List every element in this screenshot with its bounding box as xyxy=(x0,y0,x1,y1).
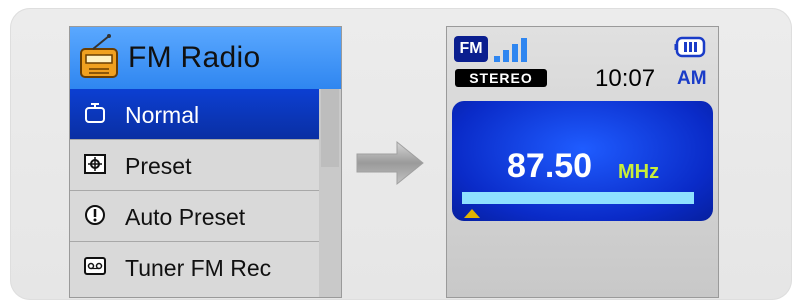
arrow-right-icon xyxy=(356,140,424,186)
menu-item-label: Tuner FM Rec xyxy=(125,255,272,281)
clock-ampm: AM xyxy=(677,68,707,89)
tuner-display: 87.50 MHz xyxy=(452,101,713,221)
radio-icon xyxy=(80,34,118,78)
stereo-indicator: STEREO xyxy=(455,69,547,87)
band-badge: FM xyxy=(454,36,488,62)
menu-item-label: Auto Preset xyxy=(125,204,246,230)
frequency-value: 87.50 xyxy=(507,147,593,185)
tuning-marker-icon[interactable] xyxy=(464,209,480,218)
preset-icon xyxy=(84,154,106,174)
signal-strength-icon xyxy=(494,38,527,62)
menu-item-label: Normal xyxy=(125,102,200,128)
menu-title: FM Radio xyxy=(128,41,261,74)
menu-item-label: Preset xyxy=(125,153,192,179)
tuning-bar[interactable] xyxy=(462,192,694,204)
record-icon xyxy=(84,257,106,275)
battery-icon xyxy=(674,36,706,58)
menu-item-preset[interactable]: Preset xyxy=(70,140,319,191)
scrollbar-thumb[interactable] xyxy=(321,89,339,167)
auto-preset-icon xyxy=(85,205,105,225)
fm-radio-menu: FM Radio Normal Preset Auto Preset Tuner… xyxy=(69,26,342,298)
menu-item-tuner-fm-rec[interactable]: Tuner FM Rec xyxy=(70,242,319,292)
menu-item-auto-preset[interactable]: Auto Preset xyxy=(70,191,319,242)
menu-header: FM Radio xyxy=(70,27,341,89)
timer-icon xyxy=(85,103,105,123)
menu-item-normal[interactable]: Normal xyxy=(70,89,319,140)
fm-radio-screen: FM STEREO 10:07 AM 87.50 MHz xyxy=(446,26,719,298)
frequency-unit: MHz xyxy=(618,161,660,183)
clock-time: 10:07 xyxy=(595,65,656,92)
